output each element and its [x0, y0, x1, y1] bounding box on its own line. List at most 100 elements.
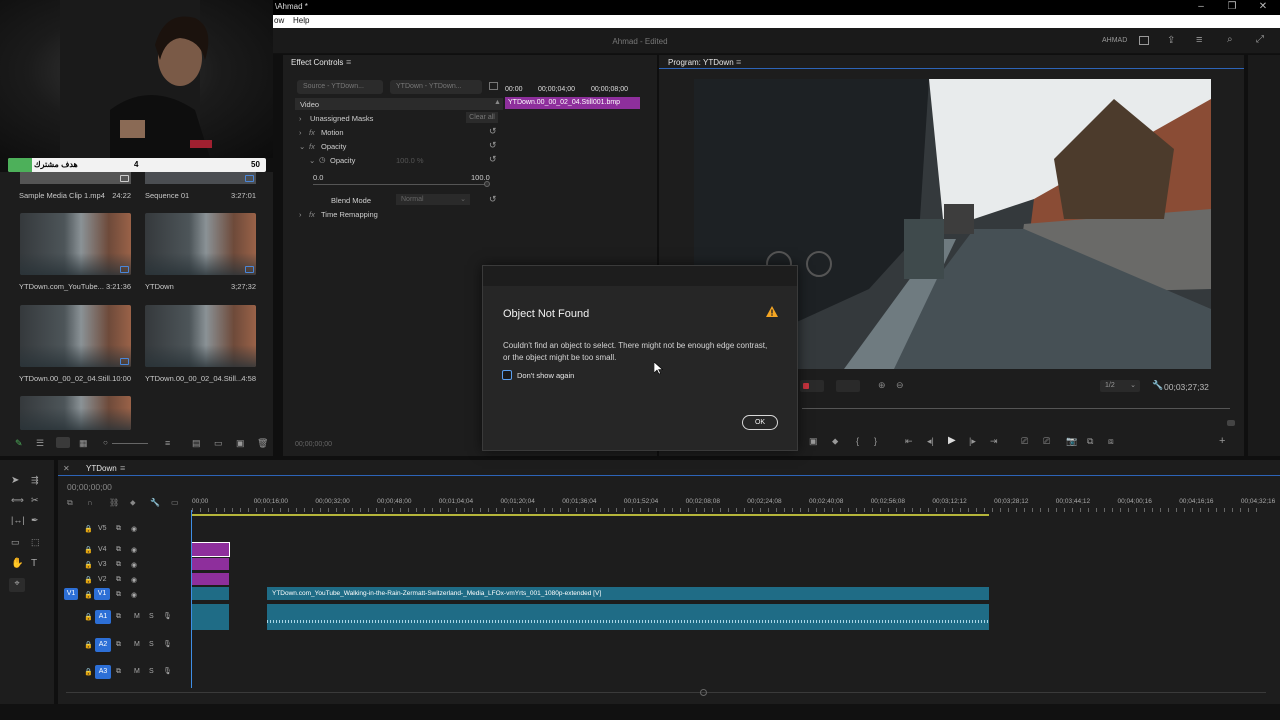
insert-sequence-icon[interactable]: ⧉ [67, 498, 73, 508]
search-icon[interactable]: ⌕ [1227, 34, 1233, 45]
panel-icon[interactable] [1139, 36, 1149, 45]
freeform-view-icon[interactable]: ▦ [79, 438, 88, 449]
reset-icon[interactable]: ↺ [489, 140, 497, 151]
sync-lock-icon[interactable]: ⧉ [116, 561, 121, 569]
new-item-icon[interactable]: ▣ [236, 438, 245, 449]
menu-lines-icon[interactable]: ≡ [1196, 34, 1202, 46]
toggle-timeline-icon[interactable] [489, 82, 498, 90]
mute-button[interactable]: M [134, 613, 140, 620]
wrench-icon[interactable]: 🔧 [1152, 380, 1163, 391]
zoom-slider-knob[interactable]: ○ [103, 438, 108, 447]
project-item-name[interactable]: Sample Media Clip 1.mp4 [19, 191, 105, 200]
comparison-view-icon[interactable]: ⧉ [1087, 436, 1093, 447]
opacity-slider[interactable] [313, 184, 487, 185]
wrench-icon[interactable]: 🔧 [150, 498, 160, 507]
mark-in-button[interactable]: { [856, 436, 859, 446]
eye-icon[interactable]: ◉ [131, 591, 137, 599]
timeline-scroll-handle[interactable] [700, 689, 707, 696]
marker-icon[interactable]: ▣ [809, 436, 818, 447]
clip-a1-main[interactable] [267, 604, 989, 630]
sequence-tab[interactable]: YTDown [86, 464, 117, 473]
clip-a1-start[interactable] [192, 604, 229, 630]
fullscreen-icon[interactable]: ⤢ [1256, 34, 1264, 45]
ripple-edit-tool-icon[interactable]: ⟺ [11, 495, 24, 506]
remove-icon[interactable]: ⊖ [896, 380, 904, 391]
microphone-icon[interactable]: 🎙 [163, 612, 172, 620]
chevron-down-icon[interactable]: ⌄ [299, 142, 305, 151]
zoom-dropdown[interactable]: 1/2 ⌄ [1100, 380, 1140, 392]
restore-button[interactable]: ❐ [1225, 1, 1239, 12]
go-to-in-button[interactable]: ⇤ [905, 436, 913, 447]
microphone-icon[interactable]: 🎙 [163, 640, 172, 648]
minimize-button[interactable]: – [1194, 1, 1208, 12]
project-item-name[interactable]: Sequence 01 [145, 191, 189, 200]
solo-button[interactable]: S [149, 668, 154, 675]
program-title[interactable]: Program: YTDown [668, 58, 734, 67]
fx-icon[interactable]: fx [309, 128, 315, 137]
reset-icon[interactable]: ↺ [489, 126, 497, 137]
reset-icon[interactable]: ↺ [489, 194, 497, 205]
step-back-button[interactable]: ◂| [927, 436, 934, 447]
lock-icon[interactable]: 🔒 [84, 613, 93, 621]
panel-menu-icon[interactable]: ≡ [120, 463, 125, 473]
razor-tool-icon[interactable]: ✂ [31, 495, 39, 506]
thumb-sample-clip-strip[interactable] [20, 172, 131, 184]
captions-icon[interactable]: ▭ [171, 498, 179, 507]
effect-opacity[interactable]: Opacity [321, 142, 346, 151]
icon-view-button[interactable] [56, 437, 70, 448]
add-marker-icon[interactable]: ⬥ [130, 498, 136, 508]
collapse-icon[interactable]: ▲ [494, 99, 501, 106]
trash-icon[interactable]: 🗑 [257, 438, 268, 449]
program-timecode[interactable]: 00;03;27;32 [1164, 382, 1209, 392]
timeline-timecode[interactable]: 00;00;00;00 [67, 482, 112, 492]
sync-lock-icon[interactable]: ⧉ [116, 525, 121, 533]
safe-margins-dropdown[interactable] [836, 380, 860, 392]
eye-icon[interactable]: ◉ [131, 561, 137, 569]
mute-button[interactable]: M [134, 641, 140, 648]
rectangle-tool-icon[interactable]: ▭ [11, 537, 20, 548]
ec-timecode[interactable]: 00;00;00;00 [295, 441, 332, 448]
sync-lock-icon[interactable]: ⧉ [116, 591, 121, 599]
work-area-bar[interactable] [192, 514, 989, 516]
mark-out-button[interactable]: } [874, 436, 877, 446]
track-select-tool-icon[interactable]: ⇶ [31, 475, 39, 486]
pen-tool-icon[interactable]: ✒ [31, 515, 39, 526]
clip-v3-still[interactable] [192, 558, 229, 570]
sequence-dropdown[interactable]: YTDown - YTDown... [390, 80, 482, 94]
magic-select-tool-icon[interactable]: ⬚ [31, 537, 40, 548]
panel-menu-icon[interactable]: ≡ [736, 57, 741, 67]
panel-title[interactable]: Effect Controls [291, 58, 343, 67]
project-item-name[interactable]: YTDown.com_YouTube... [19, 282, 104, 291]
selection-tool-icon[interactable]: ➤ [11, 475, 19, 486]
opacity-slider-handle[interactable] [484, 181, 490, 187]
playhead[interactable] [191, 510, 192, 688]
close-button[interactable]: ✕ [1256, 1, 1270, 12]
zoom-slider[interactable] [112, 443, 148, 444]
program-scrub-bar[interactable] [802, 408, 1230, 409]
camera-icon[interactable]: 📷 [1066, 436, 1077, 447]
panel-menu-icon[interactable]: ≡ [346, 57, 351, 67]
ec-clip-bar[interactable]: YTDown.00_00_02_04.Still001.bmp [505, 97, 640, 109]
thumb-ytdown-sequence[interactable] [145, 213, 256, 275]
blend-mode-dropdown[interactable]: Normal ⌄ [396, 194, 470, 205]
lock-icon[interactable]: 🔒 [84, 591, 93, 599]
chevron-down-icon[interactable]: ⌄ [309, 156, 315, 165]
hand-tool-icon[interactable]: ✋ [11, 558, 23, 569]
dont-show-again-label[interactable]: Don't show again [517, 371, 574, 380]
new-bin-icon[interactable]: ▭ [214, 438, 223, 449]
share-icon[interactable]: ⇪ [1167, 35, 1175, 46]
mute-button[interactable]: M [134, 668, 140, 675]
sync-lock-icon[interactable]: ⧉ [116, 576, 121, 584]
eye-icon[interactable]: ◉ [131, 525, 137, 533]
step-forward-button[interactable]: |▸ [969, 436, 976, 447]
close-icon[interactable]: ✕ [63, 464, 70, 473]
clip-v1-main[interactable]: YTDown.com_YouTube_Walking-in-the-Rain-Z… [267, 587, 989, 600]
clip-v2-still[interactable] [192, 573, 229, 585]
track-target-a2[interactable]: A2 [95, 638, 111, 652]
microphone-icon[interactable]: 🎙 [163, 667, 172, 675]
clear-all-button[interactable]: Clear all [466, 112, 498, 123]
fx-icon[interactable]: fx [309, 210, 315, 219]
menu-help[interactable]: Help [293, 16, 309, 25]
stopwatch-icon[interactable]: ◷ [319, 155, 326, 164]
thumb-sequence-strip[interactable] [145, 172, 256, 184]
